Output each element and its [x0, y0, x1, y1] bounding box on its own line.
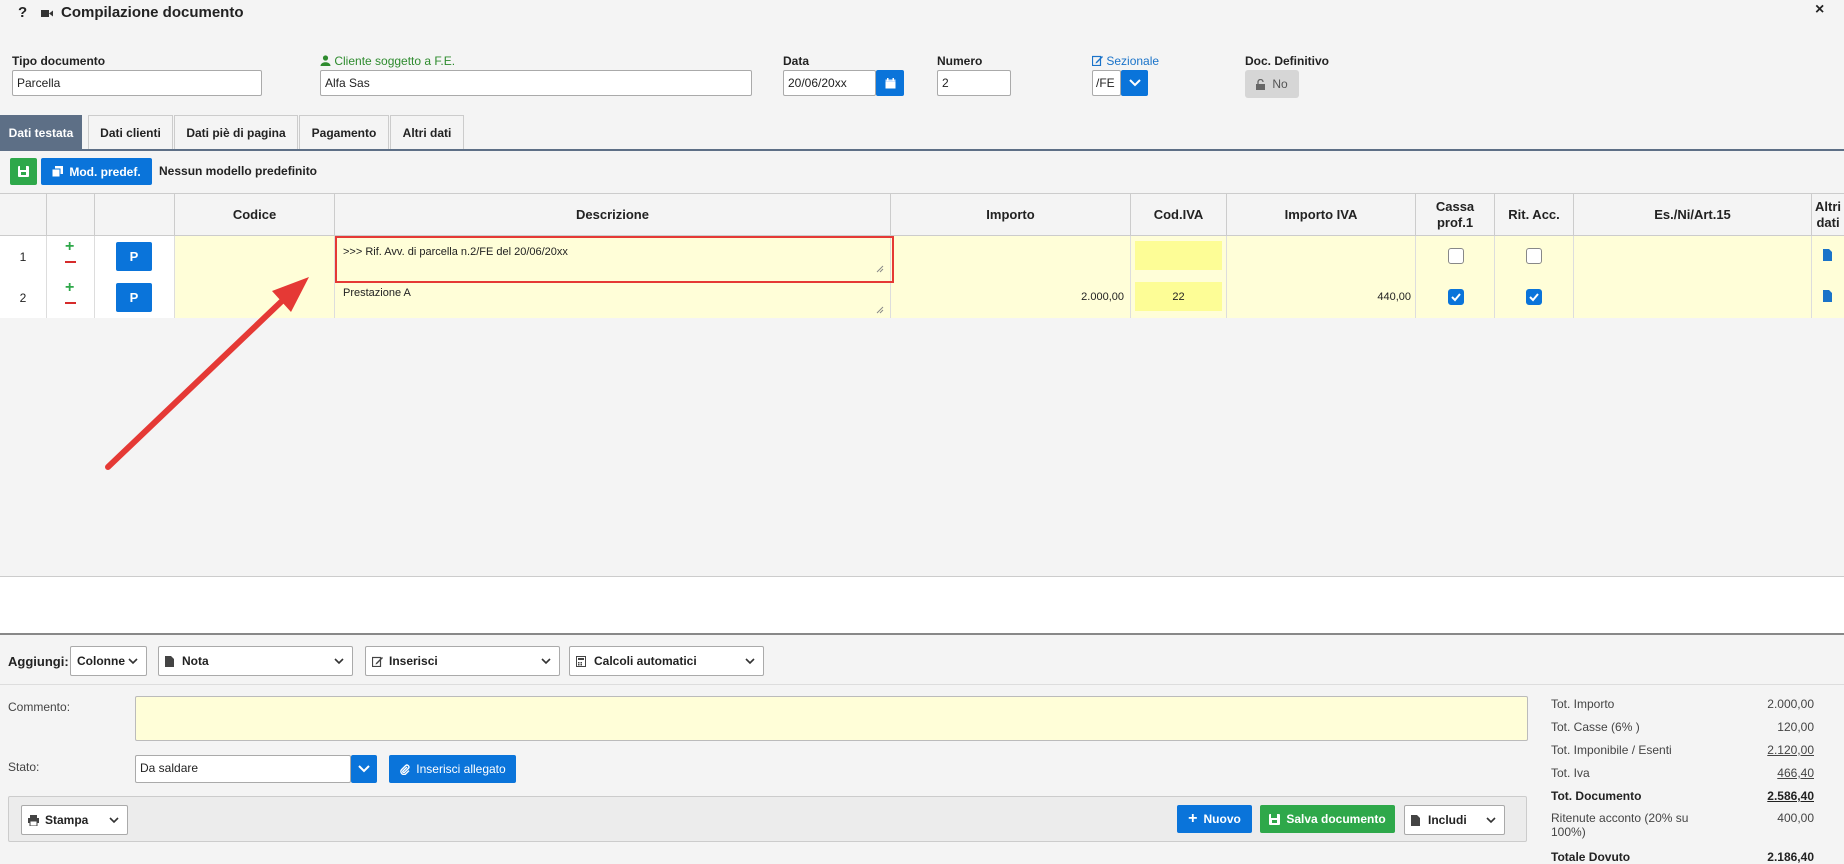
nuovo-button[interactable]: + Nuovo	[1177, 805, 1252, 833]
tot-casse-row: Tot. Casse (6% ) 120,00	[1551, 720, 1814, 734]
aggiungi-label: Aggiungi:	[8, 654, 69, 669]
floppy-icon	[1269, 813, 1281, 825]
tot-documento-row: Tot. Documento 2.586,40	[1551, 789, 1814, 803]
inserisci-allegato-button[interactable]: Inserisci allegato	[389, 755, 516, 783]
tot-value: 2.186,40	[1767, 850, 1814, 864]
stato-field[interactable]: Da saldare	[135, 755, 351, 783]
stampa-label: Stampa	[45, 813, 89, 827]
calcoli-label: Calcoli automatici	[594, 654, 697, 668]
tot-importo-row: Tot. Importo 2.000,00	[1551, 697, 1814, 711]
tot-value: 2.120,00	[1767, 743, 1814, 757]
nota-dropdown[interactable]: Nota	[158, 646, 353, 676]
totale-dovuto-row: Totale Dovuto 2.186,40	[1551, 850, 1814, 864]
tot-imponibile-row: Tot. Imponibile / Esenti 2.120,00	[1551, 743, 1814, 757]
tot-value: 400,00	[1777, 811, 1814, 825]
commento-label: Commento:	[8, 700, 71, 714]
stato-dropdown-button[interactable]	[351, 755, 377, 783]
chevron-down-icon	[358, 765, 370, 773]
commento-field[interactable]	[135, 696, 1528, 741]
inserisci-dropdown[interactable]: Inserisci	[365, 646, 560, 676]
tot-value: 466,40	[1777, 766, 1814, 780]
chevron-down-icon	[109, 817, 119, 824]
tot-label: Tot. Documento	[1551, 789, 1642, 803]
salva-documento-label: Salva documento	[1286, 812, 1386, 826]
tot-value: 2.000,00	[1767, 697, 1814, 711]
chevron-down-icon	[334, 658, 344, 665]
stampa-dropdown[interactable]: Stampa	[21, 805, 128, 835]
tot-label: Ritenute acconto (20% su 100%)	[1551, 811, 1689, 839]
ritenute-row: Ritenute acconto (20% su 100%) 400,00	[1551, 811, 1814, 839]
tot-label: Tot. Importo	[1551, 697, 1615, 711]
chevron-down-icon	[1486, 817, 1496, 824]
bottom-panel: Aggiungi: Colonne Nota Inserisci Calcoli…	[0, 633, 1844, 864]
tot-label: Tot. Iva	[1551, 766, 1590, 780]
colonne-label: Colonne	[77, 654, 125, 668]
colonne-dropdown[interactable]: Colonne	[70, 646, 147, 676]
tot-value: 2.586,40	[1767, 789, 1814, 803]
includi-dropdown[interactable]: Includi	[1404, 805, 1505, 835]
print-icon	[28, 814, 39, 826]
chevron-down-icon	[128, 658, 138, 665]
document-icon	[165, 655, 174, 667]
nota-label: Nota	[182, 654, 209, 668]
plus-icon: +	[1188, 810, 1198, 827]
calcoli-dropdown[interactable]: Calcoli automatici	[569, 646, 764, 676]
edit-icon	[372, 656, 383, 667]
tot-value: 120,00	[1777, 720, 1814, 734]
tot-label: Tot. Casse (6% )	[1551, 720, 1640, 734]
salva-documento-button[interactable]: Salva documento	[1260, 805, 1395, 833]
inserisci-allegato-label: Inserisci allegato	[416, 762, 506, 776]
paperclip-icon	[400, 763, 410, 775]
spacer	[0, 577, 1844, 633]
nuovo-label: Nuovo	[1203, 812, 1241, 826]
includi-label: Includi	[1428, 813, 1467, 827]
document-icon	[1411, 814, 1420, 826]
chevron-down-icon	[541, 658, 551, 665]
tot-label: Totale Dovuto	[1551, 850, 1631, 864]
divider	[0, 684, 1844, 685]
tot-iva-row: Tot. Iva 466,40	[1551, 766, 1814, 780]
chevron-down-icon	[745, 658, 755, 665]
calculator-icon	[576, 655, 586, 667]
stato-label: Stato:	[8, 760, 40, 774]
tot-label: Tot. Imponibile / Esenti	[1551, 743, 1672, 757]
action-bar: Stampa + Nuovo Salva documento Includi	[8, 796, 1527, 842]
inserisci-label: Inserisci	[389, 654, 438, 668]
